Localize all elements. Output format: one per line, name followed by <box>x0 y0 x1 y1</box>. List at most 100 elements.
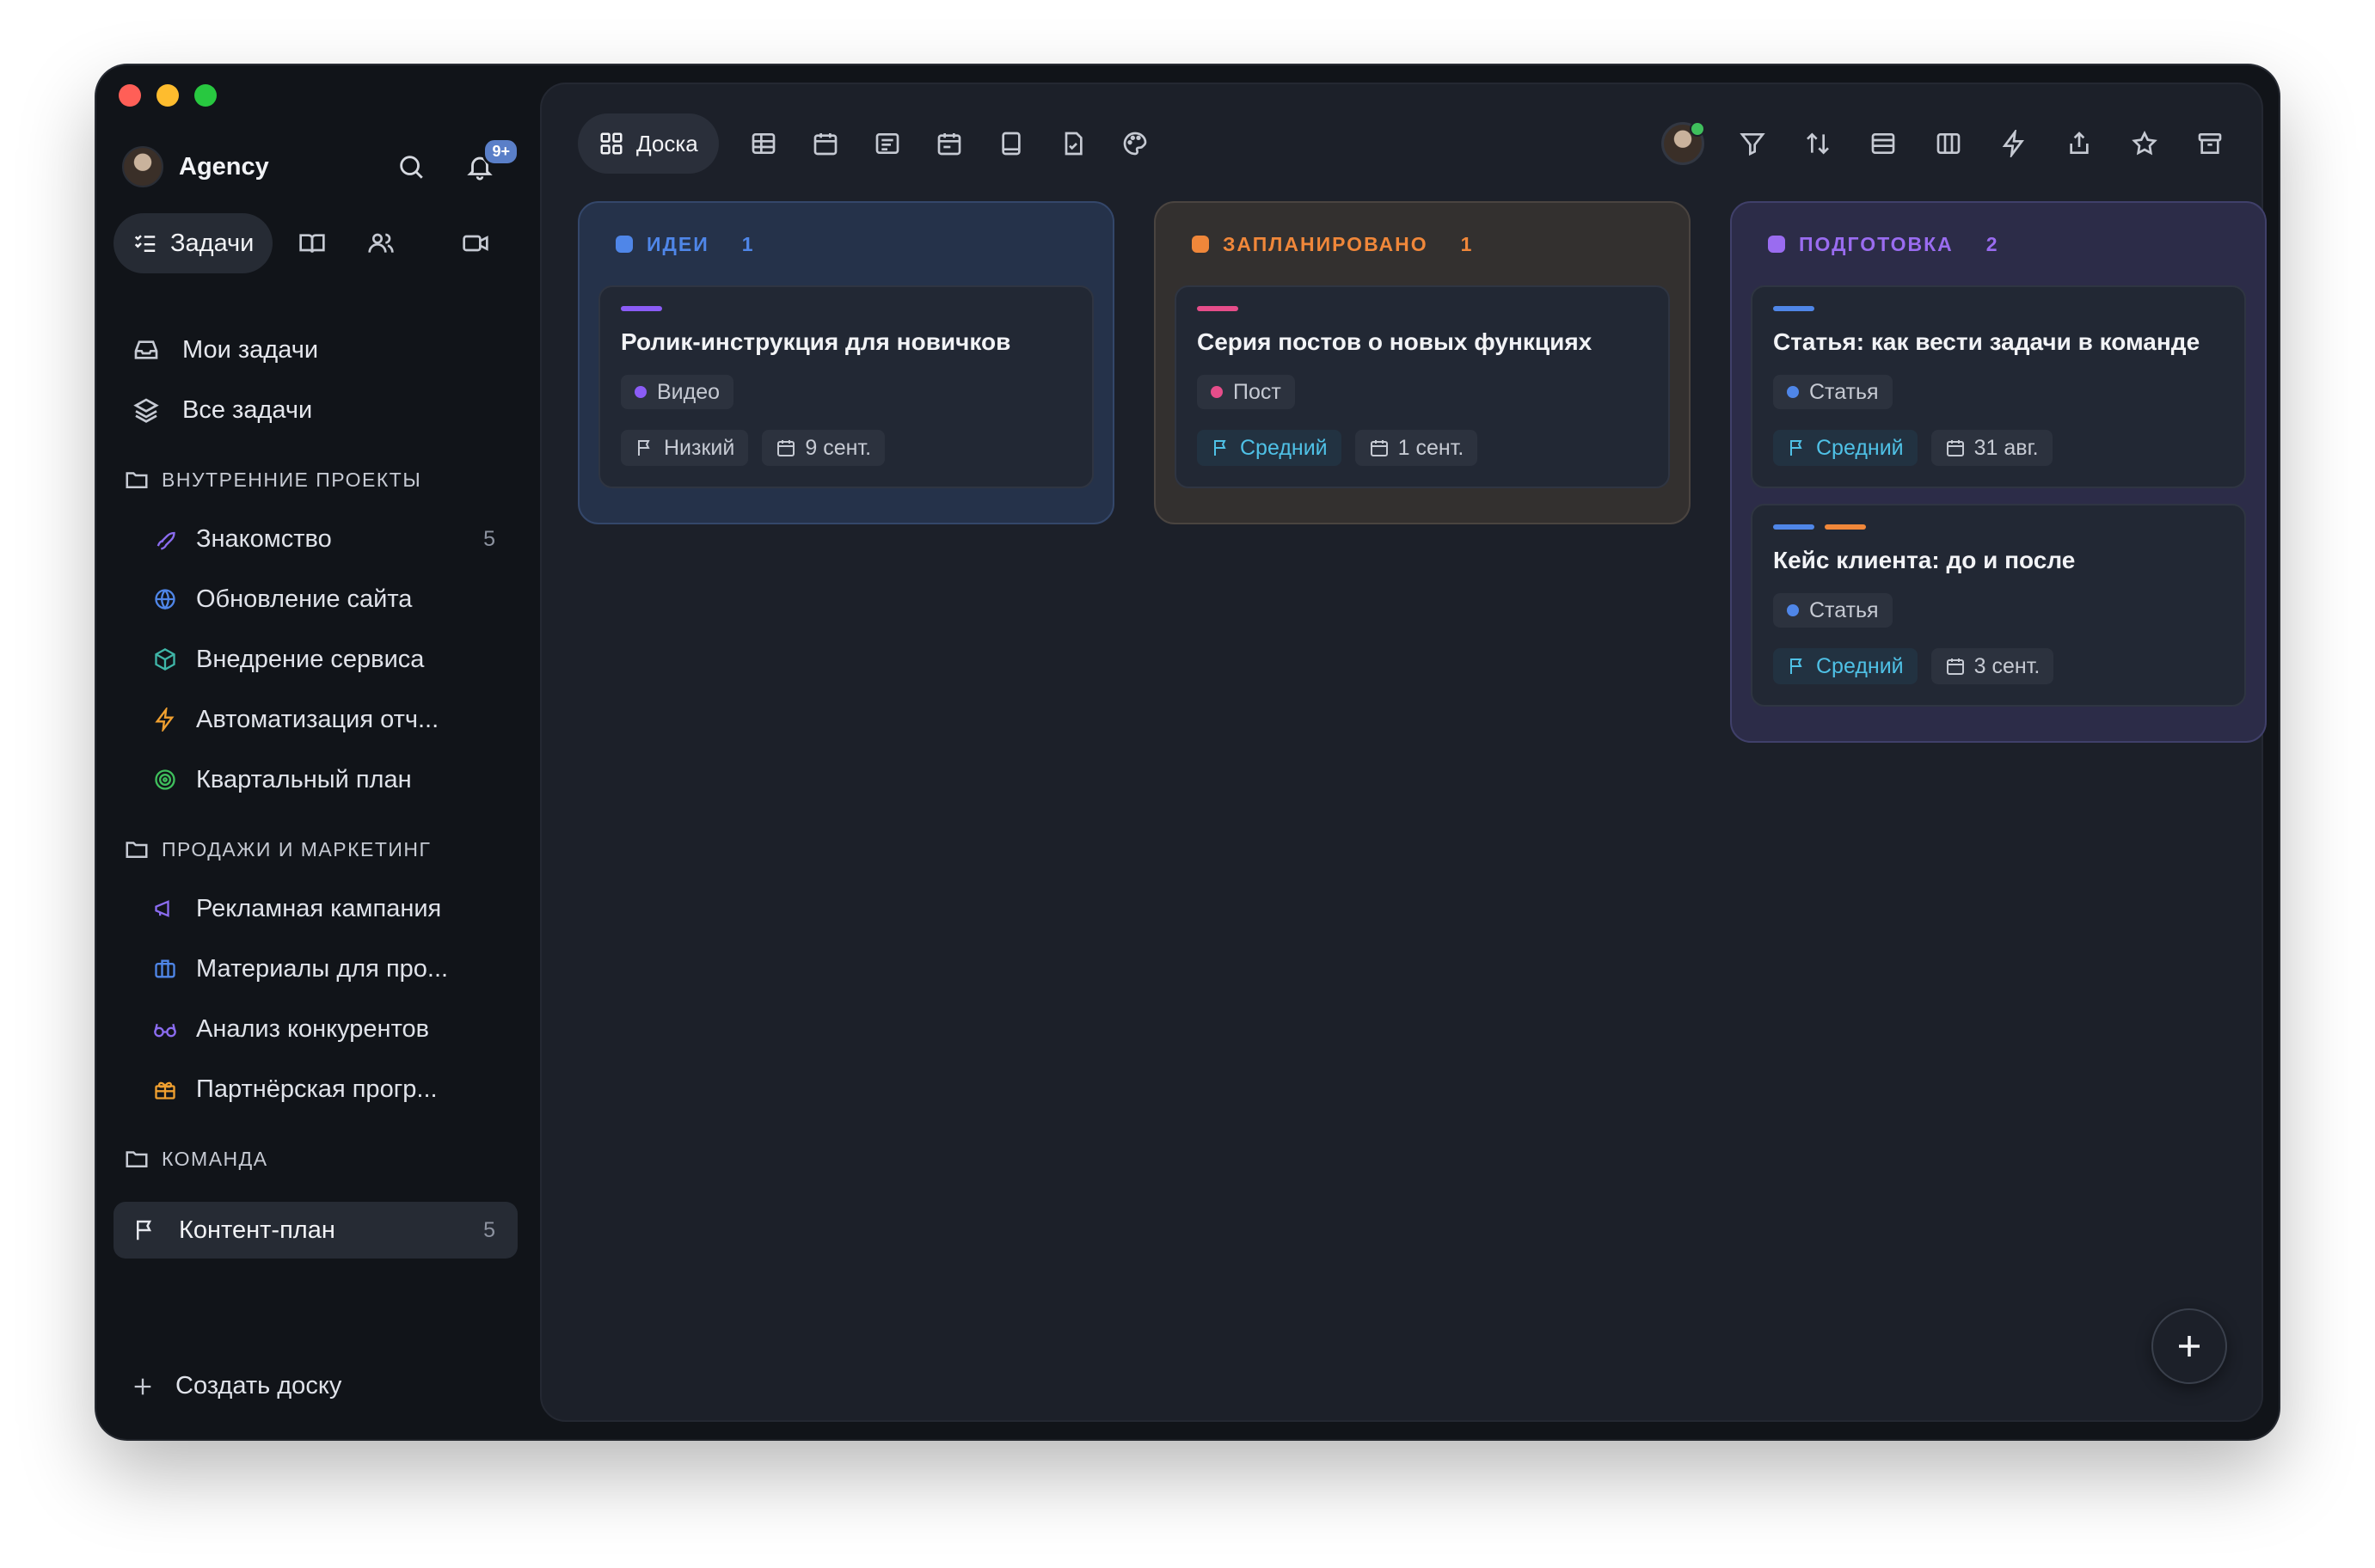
workspace-avatar[interactable] <box>122 146 163 187</box>
share-button[interactable] <box>2062 126 2096 161</box>
tag-dot <box>1211 386 1223 398</box>
label-bar <box>1197 306 1238 311</box>
mode-tasks[interactable]: Задачи <box>114 213 273 273</box>
add-task-button[interactable] <box>2151 1308 2227 1384</box>
column-header[interactable]: ЗАПЛАНИРОВАНО 1 <box>1175 203 1670 285</box>
priority-label: Низкий <box>664 435 735 460</box>
checklist-icon <box>134 235 156 252</box>
view-calendar[interactable] <box>808 126 843 161</box>
sidebar-item[interactable]: Знакомство 5 <box>114 509 518 569</box>
nav-all-tasks[interactable]: Все задачи <box>114 380 518 440</box>
view-switcher: Доска <box>578 113 1152 174</box>
priority-chip[interactable]: Низкий <box>621 430 749 466</box>
kanban-column: ЗАПЛАНИРОВАНО 1 Серия постов о новых фун… <box>1154 201 1691 524</box>
active-board-count: 5 <box>483 1217 495 1242</box>
view-table[interactable] <box>746 126 781 161</box>
group-header[interactable]: КОМАНДА <box>114 1130 518 1188</box>
card-type-tag[interactable]: Видео <box>621 375 734 409</box>
columns-button[interactable] <box>1931 126 1966 161</box>
due-date-chip[interactable]: 3 сент. <box>1930 648 2054 684</box>
notifications-button[interactable]: 9+ <box>463 138 519 184</box>
due-date-label: 3 сент. <box>1973 653 2041 678</box>
sidebar-item[interactable]: Обновление сайта <box>114 569 518 629</box>
label-bar <box>1773 524 1814 530</box>
kanban-column: ИДЕИ 1 Ролик-инструкция для новичков Вид… <box>578 201 1114 524</box>
priority-chip[interactable]: Средний <box>1197 430 1341 466</box>
kanban-column: ПОДГОТОВКА 2 Статья: как вести задачи в … <box>1730 201 2267 743</box>
sidebar-item-label: Внедрение сервиса <box>196 645 425 673</box>
plus-icon <box>2179 1336 2200 1357</box>
mode-people[interactable] <box>364 226 398 260</box>
book-open-icon <box>299 234 326 253</box>
filter-icon <box>1740 133 1765 156</box>
view-timeline[interactable] <box>932 126 967 161</box>
view-document[interactable] <box>1056 126 1090 161</box>
column-count: 1 <box>1460 232 1474 255</box>
sidebar-item[interactable]: Внедрение сервиса <box>114 629 518 689</box>
priority-label: Средний <box>1240 435 1328 460</box>
tag-label: Статья <box>1809 597 1879 622</box>
favorite-button[interactable] <box>2127 126 2162 161</box>
calendar-icon <box>1369 438 1390 458</box>
card-type-tag[interactable]: Пост <box>1197 375 1295 409</box>
view-list[interactable] <box>870 126 905 161</box>
group-header[interactable]: ПРОДАЖИ И МАРКЕТИНГ <box>114 820 518 879</box>
sidebar-item[interactable]: Партнёрская прогр... <box>114 1059 518 1119</box>
label-bar <box>1825 524 1866 530</box>
flag-icon <box>1211 438 1231 458</box>
sidebar-item-content-plan[interactable]: Контент-план 5 <box>114 1202 518 1259</box>
active-board-label: Контент-план <box>179 1216 335 1244</box>
sidebar-item[interactable]: Квартальный план <box>114 750 518 810</box>
task-card[interactable]: Серия постов о новых функциях Пост Средн… <box>1175 285 1670 488</box>
task-card[interactable]: Кейс клиента: до и после Статья Средний … <box>1751 504 2246 707</box>
sidebar-item-label: Материалы для про... <box>196 954 449 983</box>
mode-switcher: Задачи <box>114 213 518 273</box>
priority-chip[interactable]: Средний <box>1773 430 1918 466</box>
sort-icon <box>1807 132 1829 155</box>
mode-docs[interactable] <box>295 226 329 260</box>
due-date-chip[interactable]: 1 сент. <box>1354 430 1478 466</box>
board-actions <box>1661 113 2227 174</box>
group-header[interactable]: ВНУТРЕННИЕ ПРОЕКТЫ <box>114 450 518 509</box>
member-avatar[interactable] <box>1661 121 1705 165</box>
sidebar-item-label: Анализ конкурентов <box>196 1014 430 1043</box>
due-date-label: 31 авг. <box>1973 435 2039 460</box>
view-board[interactable]: Доска <box>578 113 719 174</box>
due-date-chip[interactable]: 31 авг. <box>1930 430 2053 466</box>
task-card[interactable]: Статья: как вести задачи в команде Стать… <box>1751 285 2246 488</box>
mode-meetings[interactable] <box>458 226 493 260</box>
sidebar-item-label: Знакомство <box>196 524 332 553</box>
sidebar-item-label: Рекламная кампания <box>196 894 442 922</box>
view-board-label: Доска <box>636 130 698 156</box>
view-notebook[interactable] <box>994 126 1028 161</box>
task-card[interactable]: Ролик-инструкция для новичков Видео Низк… <box>598 285 1094 488</box>
due-date-chip[interactable]: 9 сент. <box>762 430 886 466</box>
sidebar-item[interactable]: Автоматизация отч... <box>114 689 518 750</box>
globe-icon <box>153 587 177 611</box>
sidebar-item-label: Автоматизация отч... <box>196 705 439 733</box>
filter-button[interactable] <box>1735 126 1770 161</box>
flag-icon <box>1787 438 1807 458</box>
sidebar-item[interactable]: Материалы для про... <box>114 939 518 999</box>
card-type-tag[interactable]: Статья <box>1773 375 1893 409</box>
sidebar-item[interactable]: Анализ конкурентов <box>114 999 518 1059</box>
column-count: 1 <box>741 232 755 255</box>
tag-dot <box>1787 386 1799 398</box>
group-button[interactable] <box>1866 126 1900 161</box>
table-icon <box>752 133 776 154</box>
column-header[interactable]: ПОДГОТОВКА 2 <box>1751 203 2246 285</box>
automation-button[interactable] <box>1997 126 2031 161</box>
priority-chip[interactable]: Средний <box>1773 648 1918 684</box>
workspace-name[interactable]: Agency <box>179 153 269 181</box>
plus-icon <box>134 1378 151 1394</box>
create-board-button[interactable]: Создать доску <box>131 1372 341 1400</box>
view-theme[interactable] <box>1118 126 1152 161</box>
sort-button[interactable] <box>1801 126 1835 161</box>
column-color-dot <box>1768 236 1785 253</box>
card-type-tag[interactable]: Статья <box>1773 593 1893 628</box>
search-button[interactable] <box>394 150 428 184</box>
nav-my-tasks[interactable]: Мои задачи <box>114 320 518 380</box>
archive-button[interactable] <box>2193 126 2227 161</box>
column-header[interactable]: ИДЕИ 1 <box>598 203 1094 285</box>
sidebar-item[interactable]: Рекламная кампания <box>114 879 518 939</box>
